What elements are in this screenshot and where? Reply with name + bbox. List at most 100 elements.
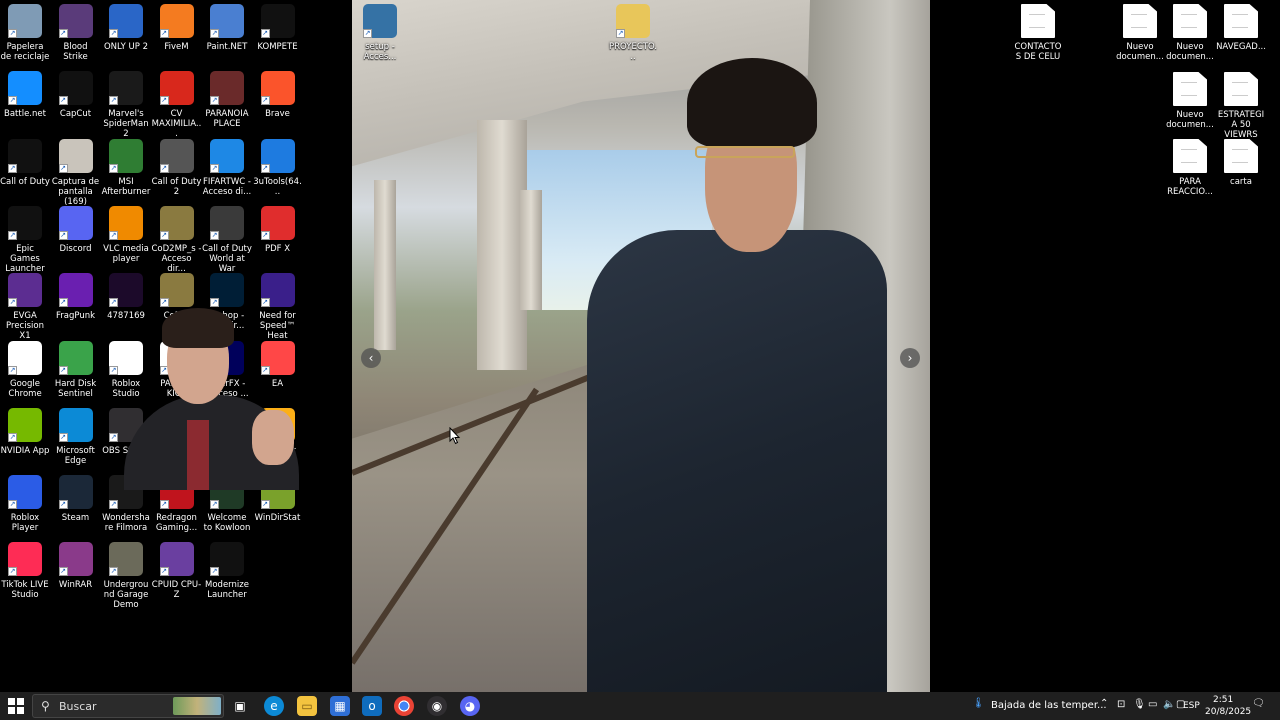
discord-taskbar-icon[interactable]: ◕ (460, 696, 480, 716)
pdfx-icon: ↗ (260, 205, 295, 240)
desktop-icon[interactable]: ↗ MSI Afterburner (101, 138, 151, 197)
desktop-icon[interactable]: ↗ Roblox Player (0, 475, 50, 533)
desktop-icon[interactable]: ↗ Battle.net (0, 71, 50, 119)
desktop-icon[interactable]: ↗ Hard Disk Sentinel (51, 340, 101, 399)
desktop[interactable]: ↗ Papelera de reciclaje ↗ Blood Strike ↗ ONLY… (0, 0, 1280, 692)
desktop-icon-label: Captura de pantalla (169) (51, 176, 100, 207)
shortcut-arrow-icon: ↗ (58, 230, 68, 240)
task-view-icon[interactable]: ▣ (230, 696, 250, 716)
desktop-icon-label: FragPunk (55, 311, 96, 322)
desktop-icon[interactable]: ↗ Papelera de reciclaje (0, 4, 50, 62)
webcam-person-shirt (187, 420, 209, 490)
desktop-icon[interactable]: ↗ CPUID CPU-Z (152, 542, 202, 600)
shortcut-arrow-icon: ↗ (260, 500, 270, 510)
monitor-icon[interactable]: ▭ (1148, 699, 1157, 710)
desktop-icon[interactable]: ↗ Marvel's SpiderMan 2 (101, 71, 151, 139)
desktop-icon[interactable]: ↗ Microsoft Edge (51, 407, 101, 466)
desktop-icon-label: Roblox Player (10, 513, 40, 534)
desktop-icon[interactable]: ↗ Call of Duty World at War (202, 205, 252, 274)
desktop-icon[interactable]: ↗ Epic Games Launcher (0, 205, 50, 274)
edge-taskbar-icon[interactable]: e (264, 696, 284, 716)
file-explorer-icon[interactable]: ▭ (297, 696, 317, 716)
desktop-icon[interactable]: ↗ Brave (253, 71, 303, 119)
desktop-icon-label: WinDirStat (254, 513, 301, 524)
desktop-icon[interactable]: ↗ CV MAXIMILIA... (152, 71, 202, 139)
prev-photo-button[interactable]: ‹ (361, 348, 381, 368)
taskbar-search-box[interactable]: ⚲ Buscar (32, 694, 224, 718)
speaker-icon[interactable]: 🔈 (1163, 699, 1175, 710)
spiderman-icon: ↗ (109, 71, 143, 106)
wallpaper-photo: ‹ › (352, 0, 930, 692)
desktop-icon[interactable]: CONTACTOS DE CELU (1013, 4, 1063, 62)
store-icon[interactable]: ▦ (330, 696, 350, 716)
shortcut-arrow-icon: ↗ (109, 163, 118, 173)
desktop-icon[interactable]: ↗ Blood Strike (51, 4, 101, 62)
desktop-icon[interactable]: ↗ NVIDIA App (0, 407, 50, 456)
language-indicator[interactable]: ESP (1183, 701, 1200, 711)
notifications-icon[interactable]: 🗨 (1252, 698, 1265, 709)
desktop-icon[interactable]: ↗ Captura de pantalla (169) (51, 138, 101, 207)
cod2-icon: ↗ (159, 138, 194, 173)
desktop-icon[interactable]: ↗ ONLY UP 2 (101, 4, 151, 52)
windows-start-button[interactable] (8, 698, 24, 714)
desktop-icon[interactable]: ↗ PARANOIA PLACE (202, 71, 252, 129)
desktop-icon[interactable]: ↗ Call of Duty (0, 138, 50, 187)
desktop-icon[interactable]: ↗ Paint.NET (202, 4, 252, 52)
desktop-icon[interactable]: ↗ TikTok LIVE Studio (0, 542, 50, 600)
webcam-overlay (102, 300, 302, 490)
desktop-icon[interactable]: ↗ 3uTools(64... (253, 138, 303, 197)
system-tray: 🌡 Bajada de las temper... ⌃ ⊡ 🎙 ▭ 🔈 ▢ ES… (960, 692, 1280, 720)
network-icon[interactable]: ⊡ (1117, 699, 1125, 710)
outlook-icon[interactable]: o (362, 696, 382, 716)
desktop-icon[interactable]: ↗ FragPunk (51, 273, 101, 321)
desktop-icon[interactable]: ↗ setup - Acces... (355, 4, 405, 62)
desktop-icon[interactable]: ↗ Discord (51, 205, 101, 254)
desktop-icon[interactable]: ↗ Modernize Launcher (202, 542, 252, 600)
desktop-icon[interactable]: ↗ FIFARTWC - Acceso di... (202, 138, 252, 197)
desktop-icon[interactable]: ↗ CapCut (51, 71, 101, 119)
desktop-icon-label: Battle.net (4, 109, 46, 120)
glasses (695, 146, 795, 158)
desktop-icon-label: KOMPETE (257, 42, 298, 52)
desktop-icon[interactable]: Nuevo documen... (1165, 4, 1215, 62)
search-icon: ⚲ (41, 699, 50, 713)
desktop-icon[interactable]: carta (1216, 139, 1266, 187)
chevron-up-icon[interactable]: ⌃ (1100, 698, 1108, 709)
desktop-icon[interactable]: ↗ CoD2MP_s - Acceso dir... (152, 205, 202, 274)
desktop-icon[interactable]: ↗ VLC media player (101, 205, 151, 264)
clock-time[interactable]: 2:51 (1213, 695, 1233, 705)
desktop-icon-label: Welcome to Kowloon (203, 513, 251, 534)
clock-date[interactable]: 20/8/2025 (1205, 707, 1251, 717)
desktop-icon-label: Redragon Gaming... (155, 513, 198, 534)
msi-afterburner-icon: ↗ (109, 138, 143, 173)
shortcut-arrow-icon: ↗ (8, 29, 17, 38)
desktop-icon-label: Call of Duty World at War (202, 243, 252, 274)
weather-text[interactable]: Bajada de las temper... (991, 700, 1107, 711)
desktop-icon[interactable]: ↗ WinRAR (51, 542, 101, 590)
desktop-icon[interactable]: ↗ Call of Duty 2 (152, 138, 202, 197)
desktop-icon[interactable]: Nuevo documen... (1115, 4, 1165, 62)
desktop-icon-label: Discord (59, 243, 92, 254)
thermometer-icon[interactable]: 🌡 (972, 698, 985, 709)
desktop-icon[interactable]: NAVEGAD... (1216, 4, 1266, 52)
desktop-icon[interactable]: PARA REACCIO... (1165, 139, 1215, 197)
desktop-icon[interactable]: ↗ PDF X (253, 205, 303, 254)
desktop-icon[interactable]: ↗ FiveM (152, 4, 202, 52)
desktop-icon[interactable]: ↗ Steam (51, 475, 101, 523)
desktop-icon[interactable]: ↗ Google Chrome (0, 340, 50, 399)
desktop-icon[interactable]: ↗ PROYECTO... (608, 4, 658, 62)
shortcut-arrow-icon: ↗ (616, 29, 625, 38)
chrome-taskbar-icon[interactable] (394, 696, 414, 716)
desktop-icon[interactable]: Nuevo documen... (1165, 72, 1215, 130)
obs-taskbar-icon[interactable]: ◉ (427, 696, 447, 716)
recycle-bin-icon: ↗ (8, 4, 42, 38)
desktop-icon[interactable]: ↗ Underground Garage Demo (101, 542, 151, 610)
desktop-icon[interactable]: ↗ KOMPETE (253, 4, 303, 52)
document-icon (1173, 4, 1207, 38)
desktop-icon[interactable]: ↗ EVGA Precision X1 (0, 273, 50, 341)
shortcut-arrow-icon: ↗ (159, 500, 169, 510)
fivem-icon: ↗ (159, 4, 194, 38)
desktop-icon[interactable]: ESTRATEGIA 50 VIEWRS (1216, 72, 1266, 140)
next-photo-button[interactable]: › (900, 348, 920, 368)
microphone-icon[interactable]: 🎙 (1133, 699, 1146, 710)
